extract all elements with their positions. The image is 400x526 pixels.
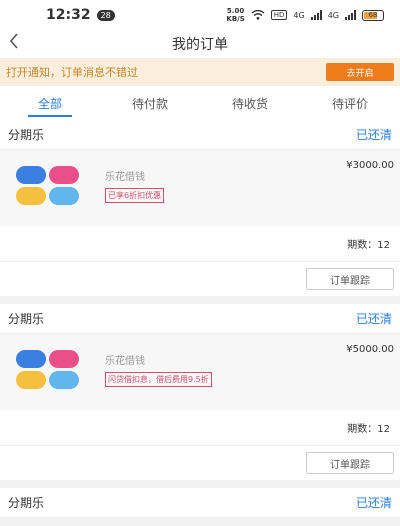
- tab-pending-receipt[interactable]: 待收货: [200, 86, 300, 120]
- product-info: 乐花借钱 已享6折扣优惠: [105, 168, 165, 226]
- signal-label-2: 4G: [327, 10, 339, 20]
- order-body[interactable]: 乐花借钱 已享6折扣优惠 ¥3000.00: [0, 150, 400, 226]
- status-time: 12:32: [46, 7, 91, 23]
- nav-bar: 我的订单: [0, 30, 400, 58]
- discount-tag: 已享6折扣优惠: [105, 188, 165, 203]
- network-speed-value: 5.00: [226, 7, 245, 15]
- order-status: 已还清: [355, 496, 392, 510]
- order-price: ¥5000.00: [346, 344, 394, 355]
- tab-pending-review[interactable]: 待评价: [300, 86, 400, 120]
- product-logo: [16, 166, 80, 206]
- order-status: 已还清: [355, 312, 392, 326]
- chevron-left-icon: [9, 33, 18, 49]
- order-list: 分期乐 已还清 乐花借钱 已享6折扣优惠 ¥3000.00 期数：12 订单跟踪…: [0, 120, 400, 526]
- order-tabs: 全部 待付款 待收货 待评价: [0, 86, 400, 120]
- notification-banner: 打开通知，订单消息不错过 去开启: [0, 58, 400, 86]
- order-price: ¥3000.00: [346, 160, 394, 171]
- signal-label-1: 4G: [293, 10, 305, 20]
- status-bar: 12:32 28 5.00 KB/S HD 4G 4G 68: [0, 0, 400, 30]
- discount-tag: 闪贷借扣息，借后费用9.5折: [105, 372, 212, 387]
- battery-level: 68: [368, 10, 378, 19]
- order-card[interactable]: 分期乐 已还清 乐花借钱 已享6折扣优惠 ¥3000.00 期数：12 订单跟踪: [0, 120, 400, 296]
- network-speed: 5.00 KB/S: [226, 7, 244, 23]
- order-card[interactable]: 分期乐 已还清 乐花借钱 闪贷借扣息，借后费用9.5折 ¥5000.00 期数：…: [0, 304, 400, 480]
- order-body[interactable]: 乐花借钱 闪贷借扣息，借后费用9.5折 ¥5000.00: [0, 334, 400, 410]
- order-header: 分期乐 已还清: [0, 304, 400, 334]
- battery-icon: 68: [362, 9, 384, 21]
- installment-terms: 期数：12: [0, 410, 400, 446]
- notification-banner-text: 打开通知，订单消息不错过: [6, 66, 138, 79]
- order-actions: 订单跟踪: [0, 446, 400, 480]
- order-card[interactable]: 分期乐 已还清: [0, 488, 400, 518]
- notification-badge: 28: [96, 9, 115, 21]
- track-order-button[interactable]: 订单跟踪: [306, 268, 394, 290]
- signal-icon: [310, 10, 322, 20]
- order-status: 已还清: [355, 128, 392, 142]
- order-header: 分期乐 已还清: [0, 488, 400, 518]
- back-button[interactable]: [8, 32, 20, 55]
- product-name: 乐花借钱: [105, 172, 145, 183]
- product-logo: [16, 350, 80, 390]
- order-header: 分期乐 已还清: [0, 120, 400, 150]
- installment-terms: 期数：12: [0, 226, 400, 262]
- merchant-name: 分期乐: [8, 128, 45, 142]
- hd-icon: HD: [270, 10, 288, 20]
- order-actions: 订单跟踪: [0, 262, 400, 296]
- network-speed-unit: KB/S: [226, 15, 245, 23]
- page-title: 我的订单: [172, 37, 228, 53]
- tab-all[interactable]: 全部: [0, 86, 100, 120]
- status-icons: 5.00 KB/S HD 4G 4G 68: [226, 7, 384, 23]
- wifi-icon: [251, 10, 265, 20]
- product-name: 乐花借钱: [105, 356, 145, 367]
- merchant-name: 分期乐: [8, 496, 45, 510]
- product-info: 乐花借钱 闪贷借扣息，借后费用9.5折: [105, 352, 212, 410]
- track-order-button[interactable]: 订单跟踪: [306, 452, 394, 474]
- enable-notification-button[interactable]: 去开启: [326, 63, 394, 81]
- merchant-name: 分期乐: [8, 312, 45, 326]
- tab-pending-payment[interactable]: 待付款: [100, 86, 200, 120]
- signal-icon-2: [345, 10, 356, 20]
